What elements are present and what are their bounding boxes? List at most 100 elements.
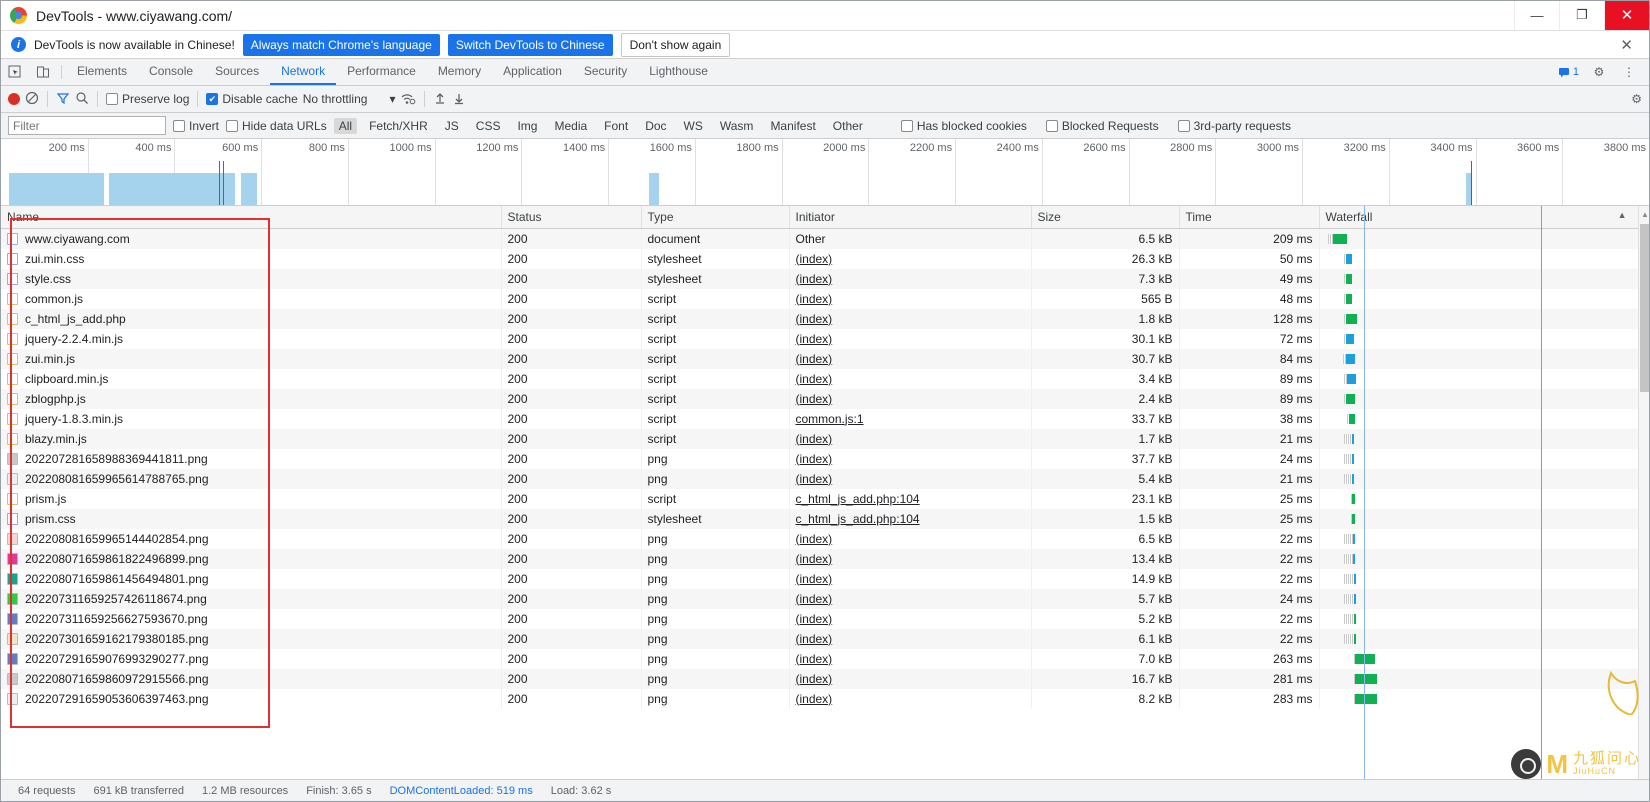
cell-name[interactable]: 202208071659861456494801.png bbox=[1, 568, 502, 589]
table-row[interactable]: jquery-2.2.4.min.js 200 script (index) 30.1 … bbox=[1, 328, 1649, 349]
cell-name[interactable]: 202207281658988369441811.png bbox=[1, 448, 502, 469]
dont-show-again-button[interactable]: Don't show again bbox=[620, 32, 731, 57]
cell-initiator[interactable]: (index) bbox=[789, 368, 1032, 389]
cell-initiator[interactable]: (index) bbox=[789, 628, 1032, 649]
initiator-link[interactable]: (index) bbox=[796, 652, 833, 666]
initiator-link[interactable]: (index) bbox=[796, 632, 833, 646]
table-row[interactable]: prism.js 200 script c_html_js_add.php:104 23… bbox=[1, 488, 1649, 509]
throttling-select[interactable]: No throttling ▾ bbox=[303, 92, 396, 106]
cell-initiator[interactable]: (index) bbox=[789, 308, 1032, 329]
more-options-icon[interactable]: ⋮ bbox=[1615, 65, 1643, 79]
network-conditions-icon[interactable] bbox=[400, 91, 416, 108]
network-overview-timeline[interactable]: 200 ms 400 ms 600 ms 800 ms 1000 ms 1200 ms 14… bbox=[1, 139, 1649, 206]
cell-initiator[interactable]: (index) bbox=[789, 548, 1032, 569]
requests-table-container[interactable]: Name Status Type Initiator Size Time Wat… bbox=[1, 206, 1649, 779]
cell-initiator[interactable]: (index) bbox=[789, 588, 1032, 609]
tab-lighthouse[interactable]: Lighthouse bbox=[638, 59, 719, 85]
record-button[interactable] bbox=[8, 93, 20, 105]
initiator-link[interactable]: (index) bbox=[796, 672, 833, 686]
cell-initiator[interactable]: (index) bbox=[789, 348, 1032, 369]
filter-type-fetch-xhr[interactable]: Fetch/XHR bbox=[364, 118, 433, 134]
maximize-button[interactable]: ❐ bbox=[1559, 0, 1604, 30]
initiator-link[interactable]: (index) bbox=[796, 432, 833, 446]
table-row[interactable]: common.js 200 script (index) 565 B 48 ms bbox=[1, 288, 1649, 309]
initiator-link[interactable]: (index) bbox=[796, 372, 833, 386]
column-header-status[interactable]: Status bbox=[501, 206, 642, 229]
filter-type-img[interactable]: Img bbox=[512, 118, 542, 134]
cell-initiator[interactable]: (index) bbox=[789, 268, 1032, 289]
initiator-link[interactable]: c_html_js_add.php:104 bbox=[796, 492, 920, 506]
table-scrollbar-thumb[interactable] bbox=[1640, 224, 1649, 392]
cell-initiator[interactable]: (index) bbox=[789, 388, 1032, 409]
initiator-link[interactable]: (index) bbox=[796, 552, 833, 566]
filter-input[interactable] bbox=[8, 116, 166, 135]
column-header-name[interactable]: Name bbox=[1, 206, 502, 229]
initiator-link[interactable]: (index) bbox=[796, 692, 833, 706]
initiator-link[interactable]: (index) bbox=[796, 532, 833, 546]
column-header-initiator[interactable]: Initiator bbox=[789, 206, 1032, 229]
cell-initiator[interactable]: c_html_js_add.php:104 bbox=[789, 508, 1032, 529]
cell-initiator[interactable]: (index) bbox=[789, 608, 1032, 629]
hide-data-urls-checkbox[interactable]: Hide data URLs bbox=[226, 119, 327, 133]
initiator-link[interactable]: (index) bbox=[796, 612, 833, 626]
cell-initiator[interactable]: (index) bbox=[789, 448, 1032, 469]
cell-name[interactable]: 202208071659860972915566.png bbox=[1, 668, 502, 689]
tab-memory[interactable]: Memory bbox=[427, 59, 492, 85]
cell-name[interactable]: 202208081659965614788765.png bbox=[1, 468, 502, 489]
table-row[interactable]: zui.min.css 200 stylesheet (index) 26.3 kB 50… bbox=[1, 248, 1649, 269]
export-har-icon[interactable] bbox=[452, 91, 466, 108]
filter-type-js[interactable]: JS bbox=[440, 118, 464, 134]
initiator-link[interactable]: (index) bbox=[796, 452, 833, 466]
filter-type-manifest[interactable]: Manifest bbox=[765, 118, 820, 134]
cell-initiator[interactable]: c_html_js_add.php:104 bbox=[789, 488, 1032, 509]
tab-network[interactable]: Network bbox=[270, 59, 337, 85]
initiator-link[interactable]: common.js:1 bbox=[796, 412, 864, 426]
table-row[interactable]: 202207311659257426118674.png 200 png (index… bbox=[1, 588, 1649, 609]
column-header-waterfall[interactable]: Waterfall ▲ bbox=[1319, 206, 1649, 229]
initiator-link[interactable]: (index) bbox=[796, 252, 833, 266]
network-settings-gear-icon[interactable]: ⚙ bbox=[1631, 92, 1642, 106]
table-row[interactable]: 202207301659162179380185.png 200 png (index… bbox=[1, 628, 1649, 649]
table-row[interactable]: blazy.min.js 200 script (index) 1.7 kB 21 ms bbox=[1, 428, 1649, 449]
blocked-requests-checkbox[interactable]: Blocked Requests bbox=[1045, 119, 1159, 133]
cell-name[interactable]: www.ciyawang.com bbox=[1, 228, 502, 249]
third-party-requests-checkbox[interactable]: 3rd-party requests bbox=[1177, 119, 1291, 133]
filter-type-font[interactable]: Font bbox=[599, 118, 633, 134]
always-match-language-button[interactable]: Always match Chrome's language bbox=[242, 33, 440, 56]
table-row[interactable]: 202208071659860972915566.png 200 png (index… bbox=[1, 668, 1649, 689]
filter-type-media[interactable]: Media bbox=[549, 118, 592, 134]
device-toolbar-icon[interactable] bbox=[29, 59, 57, 85]
cell-name[interactable]: c_html_js_add.php bbox=[1, 308, 502, 329]
preserve-log-checkbox[interactable]: Preserve log bbox=[106, 92, 189, 106]
cell-initiator[interactable]: (index) bbox=[789, 528, 1032, 549]
clear-icon[interactable] bbox=[25, 91, 39, 108]
initiator-link[interactable]: (index) bbox=[796, 472, 833, 486]
table-row[interactable]: 202207311659256627593670.png 200 png (index… bbox=[1, 608, 1649, 629]
cell-initiator[interactable]: (index) bbox=[789, 288, 1032, 309]
filter-type-css[interactable]: CSS bbox=[471, 118, 506, 134]
cell-initiator[interactable]: (index) bbox=[789, 328, 1032, 349]
cell-name[interactable]: prism.css bbox=[1, 508, 502, 529]
tab-security[interactable]: Security bbox=[573, 59, 638, 85]
cell-name[interactable]: jquery-2.2.4.min.js bbox=[1, 328, 502, 349]
table-row[interactable]: prism.css 200 stylesheet c_html_js_add.php:… bbox=[1, 508, 1649, 529]
tab-console[interactable]: Console bbox=[138, 59, 204, 85]
table-row[interactable]: 202207291659076993290277.png 200 png (index… bbox=[1, 648, 1649, 669]
inspect-element-icon[interactable] bbox=[1, 59, 29, 85]
table-row[interactable]: 202208081659965614788765.png 200 png (index… bbox=[1, 468, 1649, 489]
scroll-up-arrow-icon[interactable]: ▲ bbox=[1641, 210, 1649, 219]
search-icon[interactable] bbox=[75, 91, 89, 108]
table-row[interactable]: jquery-1.8.3.min.js 200 script common.js:1 3… bbox=[1, 408, 1649, 429]
cell-name[interactable]: 202207301659162179380185.png bbox=[1, 628, 502, 649]
cell-name[interactable]: 202208081659965144402854.png bbox=[1, 528, 502, 549]
tab-application[interactable]: Application bbox=[492, 59, 573, 85]
initiator-link[interactable]: (index) bbox=[796, 352, 833, 366]
import-har-icon[interactable] bbox=[433, 91, 447, 108]
table-row[interactable]: zui.min.js 200 script (index) 30.7 kB 84 ms bbox=[1, 348, 1649, 369]
message-count-badge[interactable]: 1 bbox=[1554, 66, 1583, 78]
cell-name[interactable]: clipboard.min.js bbox=[1, 368, 502, 389]
cell-initiator[interactable]: (index) bbox=[789, 468, 1032, 489]
cell-initiator[interactable]: (index) bbox=[789, 688, 1032, 709]
initiator-link[interactable]: (index) bbox=[796, 272, 833, 286]
table-row[interactable]: 202208071659861456494801.png 200 png (index… bbox=[1, 568, 1649, 589]
